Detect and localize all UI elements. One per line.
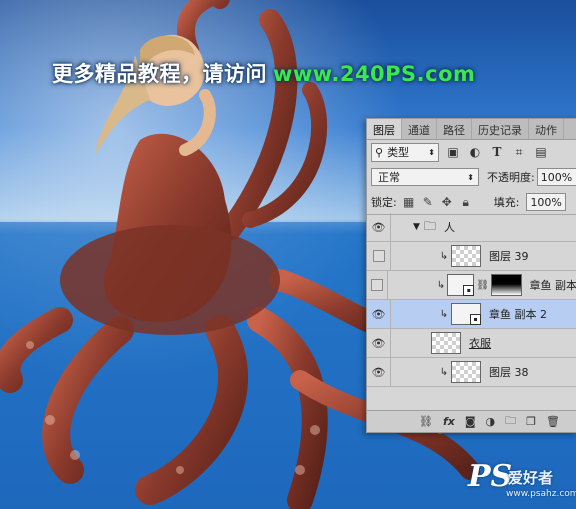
new-layer-icon[interactable]: ❐: [526, 415, 536, 428]
visibility-toggle[interactable]: 👁︎: [367, 358, 391, 386]
group-icon[interactable]: 🗀: [505, 412, 516, 431]
eye-icon: 👁︎: [371, 307, 386, 321]
smart-object-thumbnail: ▪: [447, 274, 475, 296]
layer-row[interactable]: ↳ 图层 39: [367, 242, 576, 271]
link-icon[interactable]: ⛓︎: [419, 415, 433, 428]
lock-pixels-icon[interactable]: ✎: [421, 195, 435, 209]
layer-row[interactable]: 👁︎ ↳ 图层 38: [367, 358, 576, 387]
filter-row: ⚲ 类型 ⬍ ▣ ◐ T ⌗ ▤: [367, 140, 576, 164]
fx-icon[interactable]: fx: [443, 415, 455, 428]
lock-row: 锁定: ▦ ✎ ✥ 🔒︎ 填充: 100%: [367, 190, 576, 215]
chain-link-icon[interactable]: ⛓︎: [476, 280, 489, 291]
fill-label: 填充:: [493, 196, 520, 209]
lock-position-icon[interactable]: ✥: [440, 195, 454, 209]
layer-name: 章鱼 副本 2: [489, 308, 547, 321]
hidden-box-icon: [371, 279, 384, 291]
layer-name: 衣服: [469, 337, 491, 350]
layers-panel: 图层 通道 路径 历史记录 动作 ⚲ 类型 ⬍ ▣ ◐ T ⌗ ▤ 正常 ⬍ 不…: [366, 118, 576, 433]
layer-name: 图层 39: [489, 250, 529, 263]
adjustment-icon[interactable]: ◑: [486, 415, 496, 428]
blend-mode-select[interactable]: 正常 ⬍: [371, 168, 479, 186]
blend-row: 正常 ⬍ 不透明度: 100%: [367, 164, 576, 190]
layer-list: 👁︎ ▼ 🗀 人 ↳ 图层 39 ↳ ▪ ⛓︎ 章鱼 副本 👁︎ ↳ ▪ 章鱼 …: [367, 213, 576, 387]
visibility-toggle[interactable]: [367, 242, 391, 270]
tab-actions[interactable]: 动作: [529, 119, 564, 139]
type-filter-icon[interactable]: T: [489, 145, 505, 159]
clipping-arrow-icon: ↳: [439, 250, 449, 262]
smart-object-icon: ▪: [470, 314, 481, 325]
layer-thumbnail: [451, 361, 481, 383]
layer-row-group[interactable]: 👁︎ ▼ 🗀 人: [367, 213, 576, 242]
adjustment-filter-icon[interactable]: ◐: [467, 145, 483, 159]
smart-object-thumbnail: ▪: [451, 303, 481, 325]
shape-filter-icon[interactable]: ⌗: [511, 145, 527, 160]
smart-object-filter-icon[interactable]: ▤: [533, 145, 549, 159]
logo-site: www.psahz.com: [506, 489, 576, 499]
lock-all-icon[interactable]: 🔒︎: [459, 195, 473, 210]
opacity-input[interactable]: 100%: [536, 168, 576, 186]
trash-icon[interactable]: 🗑︎: [546, 415, 560, 428]
banner-text: 更多精品教程，请访问: [52, 62, 267, 86]
watermark-banner: 更多精品教程，请访问 www.240PS.com: [52, 58, 475, 88]
smart-object-icon: ▪: [463, 285, 475, 296]
fill-input[interactable]: 100%: [526, 193, 567, 211]
filter-kind-label: 类型: [387, 146, 410, 159]
filter-kind-select[interactable]: ⚲ 类型 ⬍: [371, 142, 439, 162]
layer-name: 图层 38: [489, 366, 529, 379]
lock-transparency-icon[interactable]: ▦: [402, 195, 416, 209]
opacity-label: 不透明度:: [487, 171, 535, 184]
hidden-box-icon: [372, 250, 385, 262]
blend-mode-value: 正常: [378, 171, 400, 184]
layer-name: 人: [443, 221, 455, 234]
visibility-toggle[interactable]: 👁︎: [367, 300, 391, 328]
stepper-icon: ⬍: [428, 147, 435, 157]
layer-thumbnail: [451, 245, 481, 267]
panel-footer: ⛓︎ fx ◙ ◑ 🗀 ❐ 🗑︎: [367, 410, 576, 432]
tab-layers[interactable]: 图层: [367, 119, 402, 139]
mask-icon[interactable]: ◙: [465, 415, 476, 428]
logo-text: 爱好者: [508, 469, 554, 487]
image-filter-icon[interactable]: ▣: [445, 145, 461, 159]
panel-tabs: 图层 通道 路径 历史记录 动作: [367, 119, 576, 140]
layer-row-selected[interactable]: 👁︎ ↳ ▪ 章鱼 副本 2: [367, 300, 576, 329]
layer-thumbnail: [431, 332, 461, 354]
layer-name: 章鱼 副本: [529, 279, 576, 292]
layer-mask-thumbnail[interactable]: [491, 274, 522, 296]
tab-paths[interactable]: 路径: [437, 119, 472, 139]
visibility-toggle[interactable]: 👁︎: [367, 213, 391, 241]
eye-icon: 👁︎: [371, 336, 386, 350]
site-logo: PS 爱好者 www.psahz.com: [468, 459, 576, 503]
tab-history[interactable]: 历史记录: [472, 119, 529, 139]
stepper-icon: ⬍: [467, 172, 474, 182]
eye-icon: 👁︎: [371, 365, 386, 379]
search-icon: ⚲: [375, 145, 384, 159]
expand-triangle-icon[interactable]: ▼: [413, 222, 420, 232]
eye-icon: 👁︎: [371, 220, 386, 234]
clipping-arrow-icon: ↳: [439, 308, 449, 320]
folder-icon: 🗀: [423, 218, 436, 233]
clipping-arrow-icon: ↳: [439, 366, 449, 378]
clipping-arrow-icon: ↳: [436, 279, 446, 291]
visibility-toggle[interactable]: 👁︎: [367, 329, 391, 357]
layer-row[interactable]: ↳ ▪ ⛓︎ 章鱼 副本: [367, 271, 576, 300]
banner-url: www.240PS.com: [273, 62, 476, 86]
tab-channels[interactable]: 通道: [402, 119, 437, 139]
lock-label: 锁定:: [371, 196, 397, 209]
layer-row[interactable]: 👁︎ 衣服: [367, 329, 576, 358]
visibility-toggle[interactable]: [367, 271, 389, 299]
